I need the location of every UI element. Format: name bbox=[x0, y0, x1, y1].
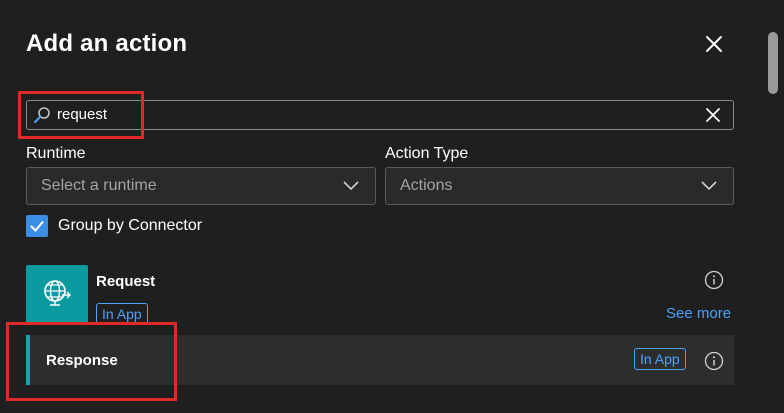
chevron-down-icon bbox=[701, 181, 717, 191]
runtime-label: Runtime bbox=[26, 145, 86, 162]
runtime-placeholder: Select a runtime bbox=[41, 177, 157, 194]
clear-search-button[interactable] bbox=[701, 104, 725, 126]
close-button[interactable] bbox=[700, 30, 728, 58]
group-by-connector-checkbox[interactable] bbox=[26, 215, 48, 237]
action-in-app-badge: In App bbox=[634, 348, 686, 370]
group-by-connector-label: Group by Connector bbox=[58, 217, 203, 234]
scrollbar[interactable] bbox=[766, 2, 780, 411]
search-field[interactable]: request bbox=[26, 100, 734, 130]
action-type-label: Action Type bbox=[385, 145, 469, 162]
info-icon[interactable] bbox=[704, 270, 724, 290]
action-accent-bar bbox=[26, 335, 30, 385]
clear-icon[interactable] bbox=[701, 104, 725, 126]
search-input[interactable]: request bbox=[57, 106, 107, 123]
connector-icon[interactable] bbox=[26, 265, 88, 323]
action-item-response[interactable]: Response In App bbox=[26, 335, 734, 385]
panel-title: Add an action bbox=[26, 30, 188, 57]
close-icon[interactable] bbox=[700, 30, 728, 58]
action-name: Response bbox=[46, 352, 118, 369]
connector-in-app-badge: In App bbox=[96, 303, 148, 325]
checkmark-icon bbox=[30, 220, 44, 232]
action-type-placeholder: Actions bbox=[400, 177, 453, 194]
connector-name[interactable]: Request bbox=[96, 273, 155, 290]
search-icon bbox=[34, 107, 50, 123]
see-more-link[interactable]: See more bbox=[666, 305, 731, 322]
globe-network-icon bbox=[44, 280, 71, 306]
scrollbar-thumb[interactable] bbox=[768, 32, 778, 94]
action-type-select[interactable]: Actions bbox=[385, 167, 734, 205]
runtime-select[interactable]: Select a runtime bbox=[26, 167, 376, 205]
info-icon[interactable] bbox=[704, 351, 724, 371]
chevron-down-icon bbox=[343, 181, 359, 191]
